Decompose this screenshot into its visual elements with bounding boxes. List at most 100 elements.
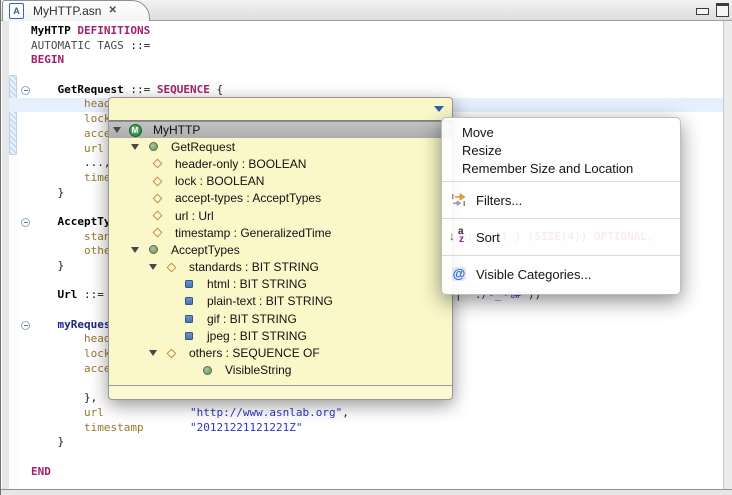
menu-separator (442, 218, 680, 219)
visible-categories-icon: @ (450, 265, 468, 283)
code-line: AUTOMATIC TAGS ::= (31, 39, 654, 54)
menu-item-label: Remember Size and Location (462, 161, 633, 176)
tree-item-label: gif : BIT STRING (207, 312, 297, 326)
field-icon (163, 264, 179, 271)
tree-item-label: GetRequest (171, 140, 235, 154)
close-icon[interactable]: ✕ (108, 6, 116, 16)
bit-icon (181, 280, 197, 288)
field-icon (149, 229, 165, 236)
outline-tree-item[interactable]: plain-text : BIT STRING (109, 293, 452, 310)
outline-tree-item[interactable]: jpeg : BIT STRING (109, 327, 452, 344)
code-line: } (31, 435, 654, 450)
outline-tree-item[interactable]: gif : BIT STRING (109, 310, 452, 327)
menu-separator (442, 255, 680, 256)
menu-item-sort[interactable]: ↓az Sort (442, 223, 680, 251)
tree-item-label: url : Url (175, 209, 214, 223)
outline-tree-item[interactable]: html : BIT STRING (109, 276, 452, 293)
range-indicator (9, 75, 17, 155)
expander-triangle-icon[interactable] (113, 127, 127, 133)
code-line: BEGIN (31, 53, 654, 68)
menu-item-visible-categories[interactable]: @ Visible Categories... (442, 260, 680, 288)
tree-item-label: standards : BIT STRING (189, 260, 319, 274)
tree-item-label: timestamp : GeneralizedTime (175, 226, 331, 240)
code-line: GetRequest ::= SEQUENCE { (31, 83, 654, 98)
type-icon (145, 142, 161, 151)
outline-tree-item[interactable]: others : SEQUENCE OF (109, 344, 452, 361)
code-line: url "http://www.asnlab.org", (31, 406, 654, 421)
outline-tree-item[interactable]: AcceptTypes (109, 241, 452, 258)
expander-triangle-icon[interactable] (149, 350, 163, 356)
menu-separator (442, 181, 680, 182)
outline-tree-item[interactable]: header-only : BOOLEAN (109, 155, 452, 172)
collapse-icon[interactable] (21, 218, 30, 227)
menu-item-move[interactable]: Move (442, 123, 680, 141)
expander-triangle-icon[interactable] (131, 144, 145, 150)
tab-myhttp-asn[interactable]: A MyHTTP.asn ✕ (2, 0, 150, 21)
field-icon (149, 212, 165, 219)
field-icon (149, 178, 165, 185)
bit-icon (181, 297, 197, 305)
menu-item-label: Sort (476, 230, 500, 245)
editor-window: A MyHTTP.asn ✕ MyHTTP DEFINITIONSAUTOMAT… (0, 0, 732, 495)
tab-title: MyHTTP.asn (33, 4, 101, 18)
menu-item-remember-size-and-location[interactable]: Remember Size and Location (442, 159, 680, 177)
type-icon (145, 245, 161, 254)
field-icon (163, 350, 179, 357)
filters-icon (450, 191, 468, 209)
maximize-icon[interactable] (716, 3, 729, 17)
field-icon (149, 195, 165, 202)
code-line: MyHTTP DEFINITIONS (31, 24, 654, 39)
type-icon (199, 366, 215, 375)
tree-item-label: plain-text : BIT STRING (207, 294, 333, 308)
code-line: timestamp "20121221121221Z" (31, 421, 654, 436)
menu-item-label: Move (462, 125, 494, 140)
tree-item-label: jpeg : BIT STRING (207, 329, 307, 343)
code-line: END (31, 465, 654, 480)
menu-item-label: Visible Categories... (476, 267, 591, 282)
outline-popup-footer (109, 385, 452, 399)
outline-tree-item[interactable]: timestamp : GeneralizedTime (109, 224, 452, 241)
tree-item-label: AcceptTypes (171, 243, 240, 257)
bit-icon (181, 315, 197, 323)
bit-icon (181, 332, 197, 340)
quick-outline-popup: M MyHTTP GetRequest header-only : BOOLEAN lo… (108, 97, 453, 400)
menu-item-resize[interactable]: Resize (442, 141, 680, 159)
menu-item-filters[interactable]: Filters... (442, 186, 680, 214)
code-line (31, 450, 654, 465)
tree-item-label: MyHTTP (153, 123, 200, 137)
collapse-icon[interactable] (21, 321, 30, 330)
annotation-ruler[interactable] (9, 21, 18, 489)
expander-triangle-icon[interactable] (131, 247, 145, 253)
editor-tab-bar: A MyHTTP.asn ✕ (1, 0, 732, 21)
outline-tree-item[interactable]: url : Url (109, 207, 452, 224)
collapse-icon[interactable] (21, 86, 30, 95)
tree-item-label: others : SEQUENCE OF (189, 346, 320, 360)
tree-item-label: accept-types : AcceptTypes (175, 191, 321, 205)
expander-triangle-icon[interactable] (149, 264, 163, 270)
outline-tree: M MyHTTP GetRequest header-only : BOOLEAN lo… (109, 121, 452, 379)
minimize-icon[interactable] (696, 8, 709, 15)
view-menu: Move Resize Remember Size and Location Filt… (441, 117, 681, 295)
field-icon (149, 160, 165, 167)
menu-item-label: Filters... (476, 193, 522, 208)
asn-file-icon: A (9, 3, 24, 19)
overview-ruler-scrollbar[interactable] (723, 21, 732, 489)
dropdown-arrow-icon[interactable] (434, 106, 444, 112)
outline-tree-item[interactable]: standards : BIT STRING (109, 259, 452, 276)
editor-left-margin (2, 21, 9, 489)
tree-item-label: html : BIT STRING (207, 277, 307, 291)
tree-item-label: VisibleString (225, 363, 291, 377)
window-bottom-border (1, 489, 732, 495)
module-icon: M (127, 124, 143, 137)
code-line (31, 68, 654, 83)
outline-tree-item[interactable]: accept-types : AcceptTypes (109, 190, 452, 207)
tree-item-label: header-only : BOOLEAN (175, 157, 306, 171)
outline-tree-item[interactable]: VisibleString (109, 362, 452, 379)
outline-tree-item[interactable]: lock : BOOLEAN (109, 173, 452, 190)
outline-tree-item[interactable]: GetRequest (109, 138, 452, 155)
outline-filter-field[interactable] (109, 98, 452, 121)
outline-tree-item[interactable]: M MyHTTP (109, 121, 452, 138)
menu-item-label: Resize (462, 143, 502, 158)
sort-icon: ↓az (450, 228, 468, 246)
tree-item-label: lock : BOOLEAN (175, 174, 264, 188)
